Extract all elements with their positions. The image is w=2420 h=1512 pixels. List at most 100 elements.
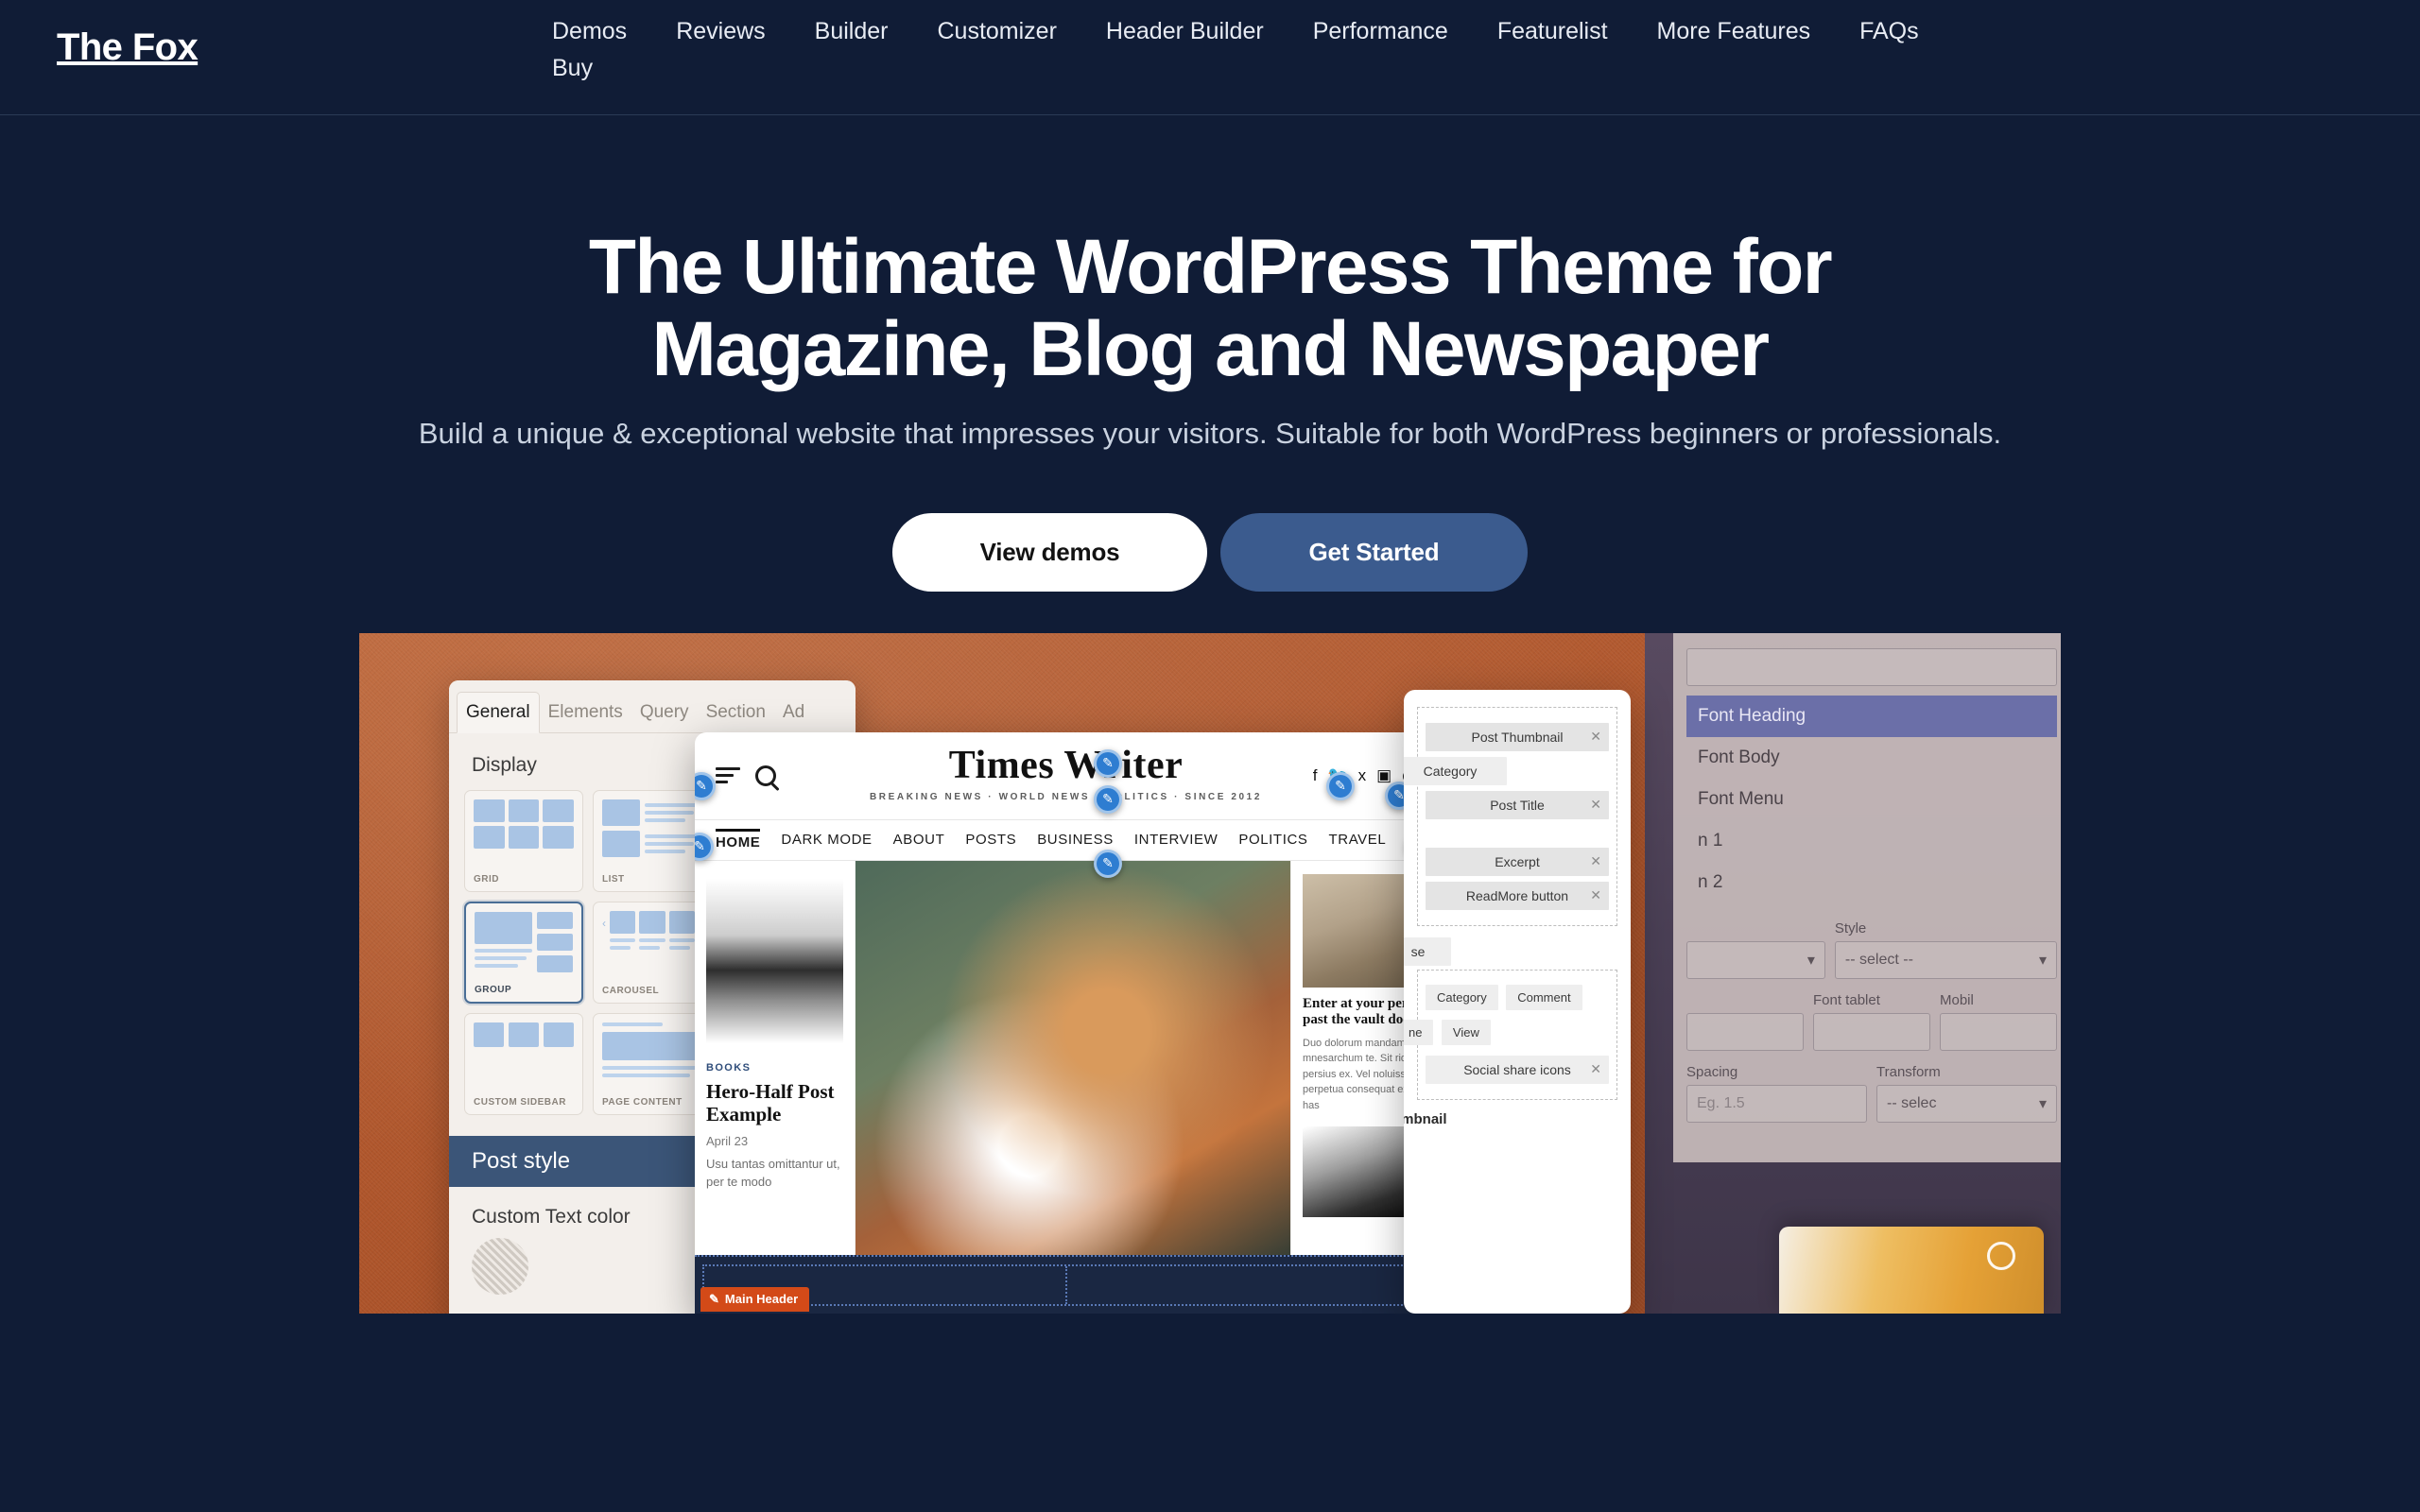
close-icon[interactable]: ✕ <box>1590 797 1601 813</box>
display-option-custom-sidebar[interactable]: CUSTOM SIDEBAR <box>464 1012 583 1115</box>
builder-tab-ad[interactable]: Ad <box>774 693 813 732</box>
nav-item-buy[interactable]: Buy <box>529 50 617 87</box>
elements-bottom-label: umbnail <box>1404 1110 1447 1127</box>
element-post-title[interactable]: Post Title ✕ <box>1426 790 1609 819</box>
hero-title-line-2: Magazine, Blog and Newspaper <box>651 305 1770 392</box>
typo-row-n1[interactable]: n 1 <box>1686 820 2057 862</box>
np-nav-home[interactable]: HOME <box>716 829 760 850</box>
typo-font-desktop-input[interactable] <box>1686 1012 1804 1051</box>
nav-item-performance[interactable]: Performance <box>1288 13 1473 50</box>
meta-chip-row-1: Category Comment <box>1426 980 1609 1015</box>
post-title[interactable]: Hero-Half Post Example <box>706 1080 843 1125</box>
np-nav-about[interactable]: ABOUT <box>893 832 945 848</box>
elements-builder-panel: Post Thumbnail ✕ Category Post Title ✕ E… <box>1404 689 1631 1314</box>
meta-chip-category[interactable]: Category <box>1426 984 1498 1010</box>
nav-item-faqs[interactable]: FAQs <box>1835 13 1944 50</box>
np-nav-travel[interactable]: TRAVEL <box>1329 832 1387 848</box>
builder-tab-general[interactable]: General <box>457 691 540 733</box>
main-navigation: Demos Reviews Builder Customizer Header … <box>529 13 2382 86</box>
close-icon[interactable]: ✕ <box>1590 729 1601 745</box>
elements-meta-group: Category Comment ne View Social share ic… <box>1404 969 1617 1100</box>
nav-item-reviews[interactable]: Reviews <box>651 13 789 50</box>
element-post-thumbnail[interactable]: Post Thumbnail ✕ <box>1426 722 1609 751</box>
typo-spacing-input[interactable]: Eg. 1.5 <box>1686 1084 1867 1123</box>
nav-item-customizer[interactable]: Customizer <box>913 13 1081 50</box>
nav-item-builder[interactable]: Builder <box>790 13 913 50</box>
element-readmore-button[interactable]: ReadMore button ✕ <box>1426 881 1609 910</box>
np-nav-dark-mode[interactable]: DARK MODE <box>781 832 872 848</box>
typo-style-field: Style -- select -- ▾ <box>1834 919 2057 979</box>
typo-style-select[interactable]: -- select -- ▾ <box>1834 940 2057 979</box>
newspaper-left-column: BOOKS Hero-Half Post Example April 23 Us… <box>695 860 856 1267</box>
typo-row-n2[interactable]: n 2 <box>1686 862 2057 903</box>
x-icon[interactable]: x <box>1358 766 1367 785</box>
status-badge-label: Main Header <box>724 1292 799 1307</box>
view-demos-button[interactable]: View demos <box>892 512 1207 592</box>
np-nav-politics[interactable]: POLITICS <box>1238 832 1307 848</box>
builder-tab-elements[interactable]: Elements <box>540 693 631 732</box>
display-option-group[interactable]: GROUP <box>464 901 583 1004</box>
edit-pin-icon[interactable]: ✎ <box>1094 849 1122 878</box>
element-group-label[interactable]: se <box>1404 936 1451 966</box>
element-excerpt[interactable]: Excerpt ✕ <box>1426 847 1609 876</box>
builder-tab-query[interactable]: Query <box>631 693 698 732</box>
typo-transform-field: Transform -- selec ▾ <box>1876 1064 2057 1123</box>
chevron-down-icon: ▾ <box>2038 1095 2047 1112</box>
facebook-icon[interactable]: f <box>1313 766 1318 785</box>
nav-item-more-features[interactable]: More Features <box>1633 13 1836 50</box>
chevron-left-icon: ‹ <box>602 916 606 930</box>
post-category[interactable]: BOOKS <box>706 1062 843 1074</box>
nav-item-header-builder[interactable]: Header Builder <box>1081 13 1288 50</box>
site-header: The Fox Demos Reviews Builder Customizer… <box>0 0 2420 115</box>
newspaper-tagline: BREAKING NEWS · WORLD NEWS · POLITICS · … <box>869 791 1263 802</box>
np-nav-posts[interactable]: POSTS <box>965 832 1016 848</box>
edit-pin-icon[interactable]: ✎ <box>1094 784 1122 814</box>
search-icon[interactable] <box>755 765 776 786</box>
typo-style-label: Style <box>1834 919 1867 936</box>
display-option-caption: CUSTOM SIDEBAR <box>474 1096 566 1108</box>
typo-font-mobile-input[interactable] <box>1940 1012 2057 1051</box>
typo-row-font-menu[interactable]: Font Menu <box>1686 779 2057 820</box>
typo-select-left[interactable]: ▾ <box>1686 940 1825 979</box>
close-icon[interactable]: ✕ <box>1590 853 1601 869</box>
close-icon[interactable]: ✕ <box>1590 1061 1601 1077</box>
nav-item-demos[interactable]: Demos <box>529 13 651 50</box>
builder-tabs: General Elements Query Section Ad <box>449 679 856 733</box>
hero-subtitle: Build a unique & exceptional website tha… <box>418 416 2002 450</box>
builder-tab-section[interactable]: Section <box>698 693 774 732</box>
color-swatch[interactable] <box>472 1237 528 1295</box>
np-nav-business[interactable]: BUSINESS <box>1037 832 1114 848</box>
nav-item-featurelist[interactable]: Featurelist <box>1473 13 1633 50</box>
typo-field-row-3: Spacing Eg. 1.5 Transform -- selec ▾ <box>1686 1064 2057 1123</box>
np-nav-interview[interactable]: INTERVIEW <box>1134 832 1218 848</box>
typo-font-tablet-input[interactable] <box>1813 1012 1930 1051</box>
typo-row-font-body[interactable]: Font Body <box>1686 737 2057 779</box>
typo-font-tablet-label: Font tablet <box>1813 991 1880 1008</box>
newspaper-navigation: HOME DARK MODE ABOUT POSTS BUSINESS INTE… <box>695 818 1437 861</box>
meta-chip-view[interactable]: View <box>1441 1019 1491 1045</box>
typo-font-mobile-field: Mobil <box>1940 992 2057 1051</box>
close-icon[interactable]: ✕ <box>1590 887 1601 903</box>
get-started-button[interactable]: Get Started <box>1220 512 1528 592</box>
element-social-share-icons[interactable]: Social share icons ✕ <box>1426 1055 1609 1084</box>
instagram-icon[interactable]: ▣ <box>1376 766 1392 785</box>
status-badge[interactable]: ✎ Main Header <box>700 1286 810 1312</box>
post-excerpt: Usu tantas omittantur ut, per te modo <box>706 1156 840 1189</box>
hamburger-menu-icon[interactable] <box>716 764 740 787</box>
header-builder-cell-right[interactable] <box>1067 1266 1428 1304</box>
typo-spacing-field: Spacing Eg. 1.5 <box>1686 1064 1867 1123</box>
element-category[interactable]: Category <box>1404 756 1507 785</box>
newspaper-hero-column <box>856 860 1290 1267</box>
typo-top-field[interactable] <box>1686 647 2057 686</box>
meta-chip-comment[interactable]: Comment <box>1506 984 1582 1010</box>
edit-pin-icon[interactable]: ✎ <box>1094 748 1122 778</box>
typo-transform-select[interactable]: -- selec ▾ <box>1876 1084 2057 1123</box>
meta-chip-name[interactable]: ne <box>1404 1019 1434 1045</box>
display-option-grid[interactable]: GRID <box>464 789 583 892</box>
typo-row-font-heading[interactable]: Font Heading <box>1686 695 2057 737</box>
elements-main-group: Post Thumbnail ✕ Category Post Title ✕ E… <box>1404 706 1617 926</box>
product-showcase-image: Font Heading Font Body Font Menu n 1 n 2… <box>359 632 2061 1314</box>
site-logo[interactable]: The Fox <box>57 28 199 66</box>
typo-field-row-1: ▾ Style -- select -- ▾ <box>1686 920 2057 979</box>
edit-pin-icon[interactable]: ✎ <box>1326 771 1355 800</box>
